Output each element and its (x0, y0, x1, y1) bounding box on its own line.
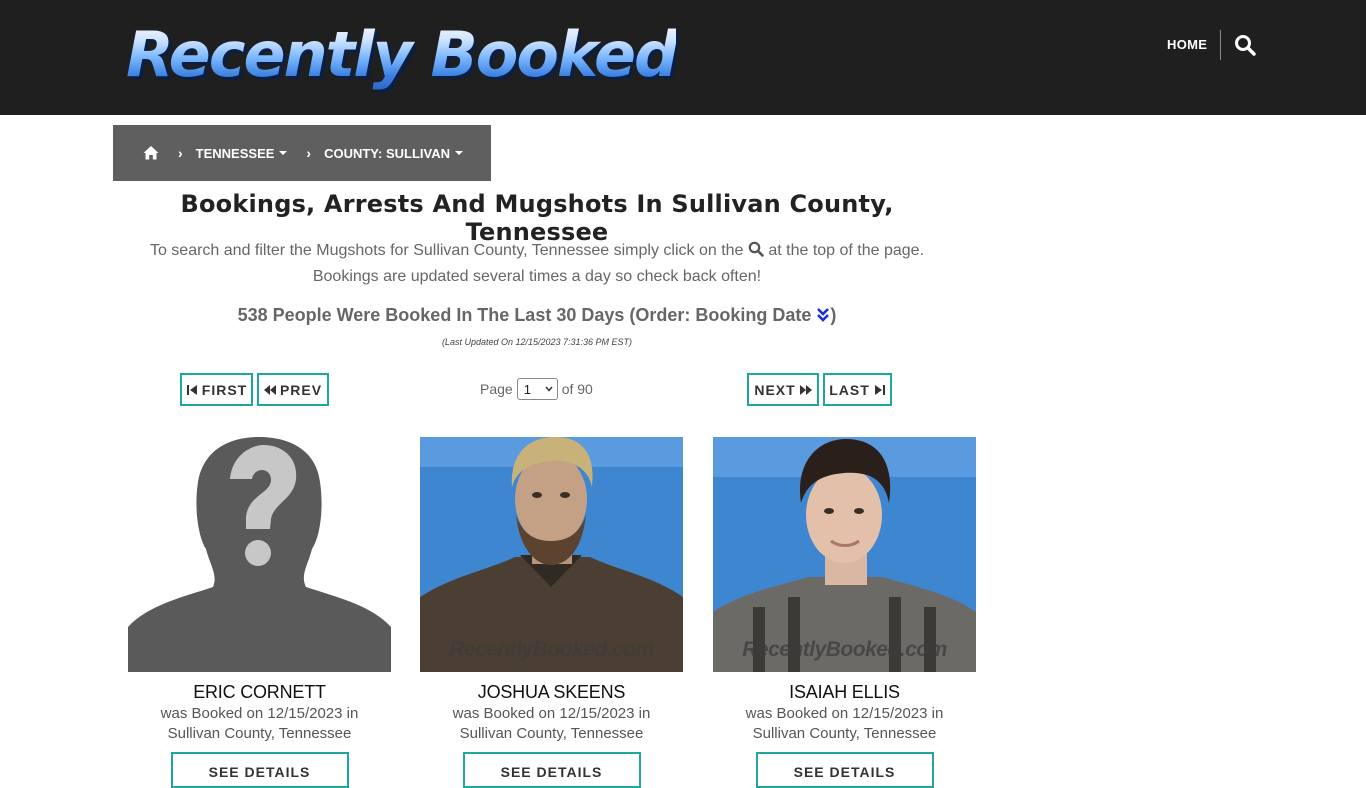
silhouette-icon (128, 437, 391, 672)
booking-description: was Booked on 12/15/2023 in Sullivan Cou… (452, 704, 652, 744)
page-selector: Page 1 of 90 (480, 378, 593, 400)
mugshot-image (713, 437, 976, 672)
see-details-button[interactable]: SEE DETAILS (170, 752, 349, 788)
intro-part2: at the top of the page. (768, 242, 925, 259)
breadcrumb-county-dropdown[interactable]: COUNTY: SULLIVAN (324, 146, 463, 161)
skip-back-icon (186, 384, 197, 395)
person-name[interactable]: ERIC CORNETT (128, 682, 391, 703)
next-label: NEXT (754, 381, 796, 398)
booking-line2: Sullivan County, Tennessee (167, 725, 352, 742)
booking-card[interactable]: ERIC CORNETT was Booked on 12/15/2023 in… (128, 437, 391, 788)
first-label: FIRST (201, 381, 248, 398)
booking-line1: was Booked on 12/15/2023 in (452, 705, 651, 722)
breadcrumb-state-label: TENNESSEE (195, 145, 275, 161)
intro-part1: To search and filter the Mugshots for Su… (149, 242, 744, 259)
fast-forward-icon (799, 384, 812, 395)
booking-line1: was Booked on 12/15/2023 in (160, 705, 359, 722)
breadcrumb-state-dropdown[interactable]: TENNESSEE (196, 146, 288, 161)
site-logo[interactable]: Recently Booked (126, 18, 678, 91)
mugshot-placeholder[interactable] (128, 437, 391, 672)
double-chevron-down-icon[interactable] (816, 307, 830, 323)
nav-divider (1220, 30, 1221, 60)
page-label: Page (480, 381, 513, 397)
breadcrumb-county-label: COUNTY: SULLIVAN (324, 145, 450, 161)
caret-down-icon (455, 151, 463, 155)
page-select-value: 1 (523, 381, 531, 397)
caret-down-icon (279, 151, 288, 155)
page-select[interactable]: 1 (516, 378, 558, 400)
intro-line2: Bookings are updated several times a day… (312, 268, 762, 285)
mugshot-photo[interactable]: RecentlyBooked.com (420, 437, 683, 672)
nav-home-link[interactable]: HOME (1167, 37, 1207, 52)
prev-label: PREV (279, 381, 323, 398)
booking-line1: was Booked on 12/15/2023 in (745, 705, 944, 722)
skip-forward-icon (874, 384, 885, 395)
prev-page-button[interactable]: PREV (257, 373, 329, 406)
site-header: Recently Booked HOME (0, 0, 1366, 115)
home-icon[interactable] (143, 145, 159, 161)
booking-count-close: ) (830, 305, 837, 325)
next-page-button[interactable]: NEXT (747, 373, 819, 406)
last-label: LAST (829, 381, 870, 398)
breadcrumb: › TENNESSEE › COUNTY: SULLIVAN (113, 125, 491, 181)
see-details-button[interactable]: SEE DETAILS (462, 752, 641, 788)
person-name[interactable]: JOSHUA SKEENS (420, 682, 683, 703)
person-name[interactable]: ISAIAH ELLIS (713, 682, 976, 703)
booking-line2: Sullivan County, Tennessee (459, 725, 644, 742)
photo-watermark: RecentlyBooked.com (742, 638, 947, 661)
first-page-button[interactable]: FIRST (180, 373, 253, 406)
photo-watermark: RecentlyBooked.com (449, 638, 654, 661)
see-details-button[interactable]: SEE DETAILS (755, 752, 934, 788)
search-icon[interactable] (1234, 34, 1256, 56)
booking-description: was Booked on 12/15/2023 in Sullivan Cou… (745, 704, 945, 744)
chevron-right-icon: › (306, 145, 312, 161)
rewind-icon (263, 384, 276, 395)
booking-line2: Sullivan County, Tennessee (752, 725, 937, 742)
chevron-right-icon: › (178, 145, 183, 161)
mugshot-image (420, 437, 683, 672)
booking-count: 538 People Were Booked In The Last 30 Da… (113, 305, 961, 326)
last-page-button[interactable]: LAST (823, 373, 892, 406)
booking-description: was Booked on 12/15/2023 in Sullivan Cou… (160, 704, 360, 744)
booking-card[interactable]: RecentlyBooked.com ISAIAH ELLIS was Book… (713, 437, 976, 788)
intro-text: To search and filter the Mugshots for Su… (113, 238, 961, 290)
last-updated: (Last Updated On 12/15/2023 7:31:36 PM E… (441, 337, 633, 347)
page-total: of 90 (561, 381, 593, 397)
chevron-down-icon (545, 386, 553, 392)
mugshot-photo[interactable]: RecentlyBooked.com (713, 437, 976, 672)
booking-count-text: 538 People Were Booked In The Last 30 Da… (237, 305, 812, 325)
booking-card[interactable]: RecentlyBooked.com JOSHUA SKEENS was Boo… (420, 437, 683, 788)
search-icon (748, 241, 764, 257)
